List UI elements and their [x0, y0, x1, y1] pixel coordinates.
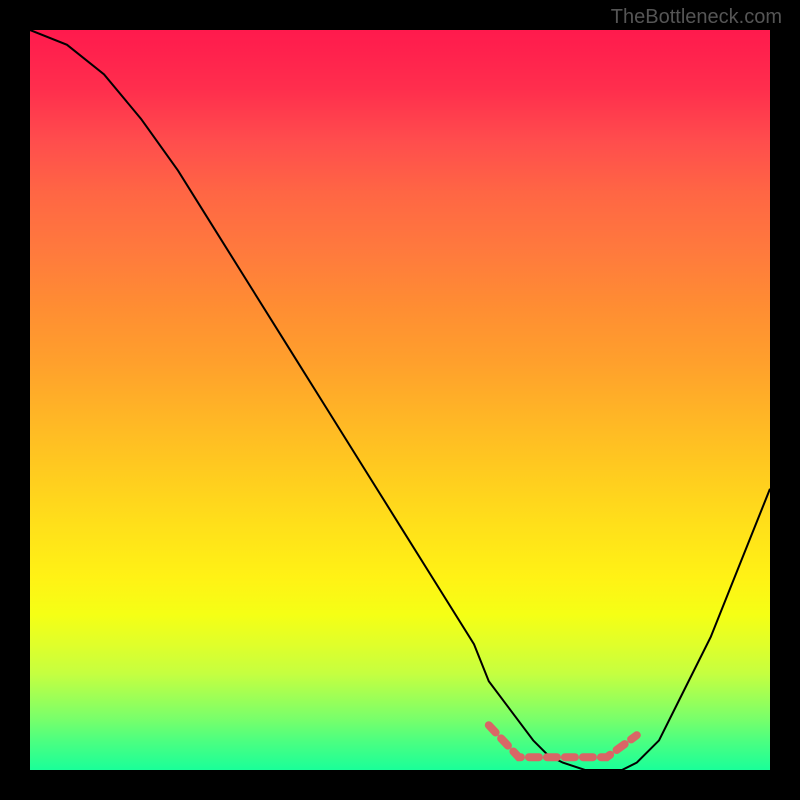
bottleneck-curve-line	[30, 30, 770, 770]
chart-container	[30, 30, 770, 770]
watermark-text: TheBottleneck.com	[611, 6, 782, 29]
optimal-zone-highlight	[489, 725, 637, 757]
curve-svg-layer	[30, 30, 770, 770]
plot-area	[30, 30, 770, 770]
